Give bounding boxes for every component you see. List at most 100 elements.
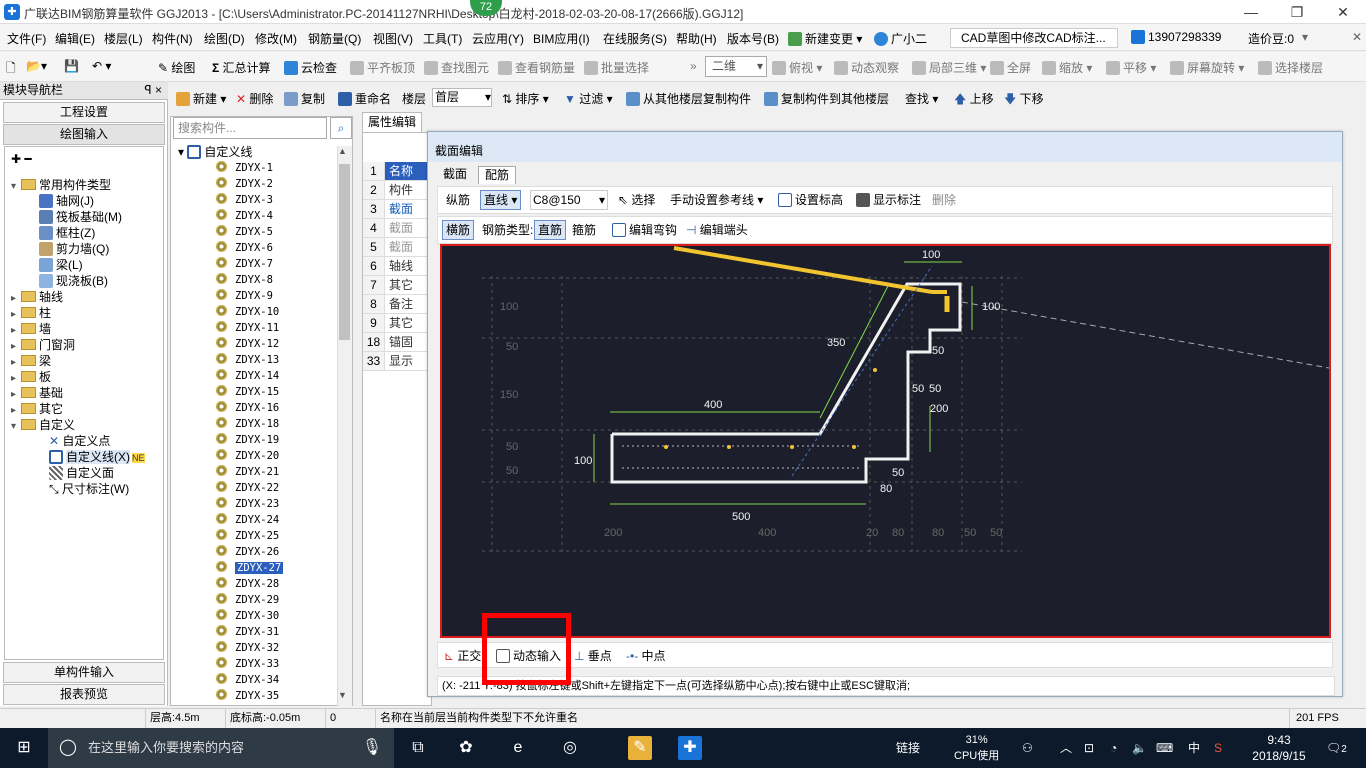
- notification-icon[interactable]: 🗨2: [1326, 728, 1347, 768]
- menu-edit[interactable]: 编辑(E): [55, 30, 95, 47]
- list-item[interactable]: ZDYX-28: [216, 576, 279, 592]
- align-slab-button[interactable]: 平齐板顶: [350, 59, 415, 76]
- microphone-icon[interactable]: 🎙: [360, 736, 384, 760]
- search-input[interactable]: 搜索构件...: [173, 117, 327, 139]
- list-item[interactable]: ZDYX-18: [216, 416, 279, 432]
- select-floor-button[interactable]: 选择楼层: [1258, 59, 1323, 76]
- menu-file[interactable]: 文件(F): [7, 30, 46, 47]
- find-element-button[interactable]: 查找图元: [424, 59, 489, 76]
- tree-item-dimension[interactable]: ⤡ 尺寸标注(W): [5, 481, 163, 497]
- select-tool[interactable]: ⇖ 选择: [618, 187, 655, 213]
- new-file-icon[interactable]: 🗋: [6, 59, 16, 80]
- copy-button[interactable]: 复制: [284, 90, 325, 107]
- fullscreen-button[interactable]: 全屏: [990, 59, 1031, 76]
- menu-component[interactable]: 构件(N): [152, 30, 193, 47]
- fan-app-icon[interactable]: ✿: [454, 736, 478, 760]
- tab-reinforcement[interactable]: 配筋: [478, 166, 517, 184]
- menu-close-icon[interactable]: ✕: [1352, 30, 1362, 44]
- tree-item-custom-point[interactable]: ✕ 自定义点: [5, 433, 163, 449]
- dynamic-view-button[interactable]: 动态观察: [834, 59, 899, 76]
- tree-folder-wall[interactable]: ▸ 墙: [5, 321, 163, 337]
- list-item[interactable]: ZDYX-16: [216, 400, 279, 416]
- zoom-button[interactable]: 缩放 ▾: [1042, 59, 1092, 76]
- list-item[interactable]: ZDYX-13: [216, 352, 279, 368]
- tree-folder-slab[interactable]: ▸ 板: [5, 369, 163, 385]
- people-icon[interactable]: ⚇: [1022, 728, 1033, 768]
- list-item[interactable]: ZDYX-1: [216, 160, 273, 176]
- tree-folder-axis[interactable]: ▸ 轴线: [5, 289, 163, 305]
- assistant-button[interactable]: 广小二: [874, 30, 927, 47]
- save-icon[interactable]: 💾: [64, 59, 79, 73]
- scroll-up-icon[interactable]: ▲: [338, 146, 347, 156]
- list-item[interactable]: ZDYX-29: [216, 592, 279, 608]
- filter-button[interactable]: ▼ 过滤 ▾: [564, 90, 613, 107]
- rename-button[interactable]: 重命名: [338, 90, 391, 107]
- tree-folder-opening[interactable]: ▸ 门窗洞: [5, 337, 163, 353]
- list-item[interactable]: ZDYX-21: [216, 464, 279, 480]
- menu-floor[interactable]: 楼层(L): [104, 30, 143, 47]
- tree-folder-foundation[interactable]: ▸ 基础: [5, 385, 163, 401]
- move-down-button[interactable]: 🡇 下移: [1004, 90, 1044, 111]
- keyboard-icon[interactable]: ⌨: [1156, 728, 1173, 768]
- list-item[interactable]: ZDYX-26: [216, 544, 279, 560]
- show-dims-button[interactable]: 显示标注: [856, 187, 921, 213]
- pan-button[interactable]: 平移 ▾: [1106, 59, 1156, 76]
- tree-folder-beam[interactable]: ▸ 梁: [5, 353, 163, 369]
- list-item[interactable]: ZDYX-30: [216, 608, 279, 624]
- delete-rebar-button[interactable]: 删除: [932, 187, 956, 213]
- scrollbar-thumb[interactable]: [339, 164, 350, 340]
- new-change-button[interactable]: 新建变更 ▾: [788, 30, 862, 47]
- restore-button[interactable]: ❐: [1274, 0, 1320, 24]
- list-item[interactable]: ZDYX-19: [216, 432, 279, 448]
- edit-end-button[interactable]: ⊣ 编辑端头: [686, 217, 748, 243]
- list-item[interactable]: ZDYX-35: [216, 688, 279, 704]
- list-item[interactable]: ZDYX-20: [216, 448, 279, 464]
- network-icon[interactable]: ⊡: [1084, 728, 1094, 768]
- undo-icon[interactable]: ↶ ▾: [92, 59, 111, 73]
- property-row[interactable]: 18 锚固: [363, 333, 433, 352]
- ime-indicator[interactable]: 中: [1188, 728, 1200, 768]
- user-account[interactable]: 13907298339: [1131, 30, 1221, 44]
- list-item[interactable]: ZDYX-23: [216, 496, 279, 512]
- browser-icon[interactable]: ◎: [558, 736, 582, 760]
- stirrup-button[interactable]: 箍筋: [572, 217, 596, 243]
- menu-online[interactable]: 在线服务(S): [603, 30, 667, 47]
- view-rebar-button[interactable]: 查看钢筋量: [498, 59, 575, 76]
- find-button[interactable]: 查找 ▾: [905, 90, 938, 107]
- menu-version[interactable]: 版本号(B): [727, 30, 779, 47]
- windows-start-icon[interactable]: ⊞: [12, 736, 36, 760]
- tree-folder-custom[interactable]: ▾ 自定义: [5, 417, 163, 433]
- menu-draw[interactable]: 绘图(D): [204, 30, 245, 47]
- list-item[interactable]: ZDYX-8: [216, 272, 273, 288]
- minimize-button[interactable]: —: [1228, 0, 1274, 24]
- list-item[interactable]: ZDYX-32: [216, 640, 279, 656]
- tree-item-beam[interactable]: 梁(L): [5, 257, 163, 273]
- ggj-app-icon[interactable]: ✚: [678, 736, 702, 760]
- list-item[interactable]: ZDYX-11: [216, 320, 279, 336]
- rotate-button[interactable]: 屏幕旋转 ▾: [1170, 59, 1244, 76]
- tree-item-custom-face[interactable]: 自定义面: [5, 465, 163, 481]
- menu-tools[interactable]: 工具(T): [423, 30, 462, 47]
- tree-item-column[interactable]: 框柱(Z): [5, 225, 163, 241]
- taskbar-search-input[interactable]: 在这里输入你要搜索的内容: [48, 728, 394, 768]
- pin-close-icon[interactable]: ꟼ ×: [144, 82, 162, 99]
- ortho-button[interactable]: ⊾ 正交: [444, 643, 481, 669]
- link-label[interactable]: 链接: [896, 728, 920, 768]
- tree-item-custom-line[interactable]: 自定义线(X) NE: [5, 449, 163, 465]
- property-row[interactable]: 8 备注: [363, 295, 433, 314]
- list-item[interactable]: ZDYX-33: [216, 656, 279, 672]
- list-item[interactable]: ZDYX-34: [216, 672, 279, 688]
- list-item[interactable]: ZDYX-14: [216, 368, 279, 384]
- cloud-check-button[interactable]: 云检查: [284, 59, 337, 76]
- tray-up-icon[interactable]: ︿: [1060, 728, 1072, 768]
- ie-icon[interactable]: e: [506, 736, 530, 760]
- cost-beans[interactable]: 造价豆:0: [1248, 30, 1294, 47]
- copy-to-floor-button[interactable]: 复制构件到其他楼层: [764, 90, 889, 107]
- expand-all-icon[interactable]: ✚: [11, 152, 21, 166]
- sum-button[interactable]: Σ 汇总计算: [212, 59, 271, 76]
- list-item[interactable]: ZDYX-4: [216, 208, 273, 224]
- spec-select[interactable]: C8@150 ▾: [530, 190, 608, 210]
- property-row[interactable]: 7 其它: [363, 276, 433, 295]
- set-elevation-button[interactable]: 设置标高: [778, 187, 843, 213]
- draw-button[interactable]: ✎ 绘图: [158, 59, 195, 76]
